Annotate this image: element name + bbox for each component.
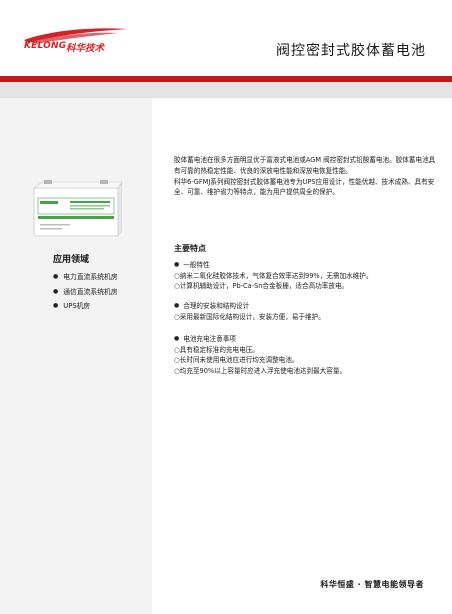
feature-item: ○均充至90%以上容量时应进入浮充使电池达到最大容量。 (174, 366, 347, 375)
feature-group-general: 一般特性 ○纳米二氧化硅胶体技术，气体复合效率达到99%，无需加水维护。 ○计算… (174, 260, 436, 292)
feature-heading: 一般特性 (174, 260, 436, 271)
applications-list: 电力直流系统机房 通信直流系统机房 UPS机房 (53, 270, 118, 314)
sidebar (0, 98, 152, 614)
page-title: 阀控密封式胶体蓄电池 (276, 43, 426, 59)
features-title: 主要特点 (174, 244, 206, 253)
list-item: 电力直流系统机房 (53, 270, 117, 285)
intro-paragraph-2: 科华6-GFMJ系列阀控密封式胶体蓄电池专为UPS应用设计，性能优越、技术成熟、… (174, 177, 435, 197)
footer-slogan: 科华恒盛 · 智慧电能领导者 (320, 580, 424, 589)
feature-heading: 合理的安装和结构设计 (174, 301, 436, 312)
list-item: 通信直流系统机房 (53, 285, 117, 300)
kelong-logo: KELONG 科华技术 (22, 26, 132, 60)
feature-item: ○计算机辅助设计，Pb-Ca-Sn合金板栅，适合高功率放电。 (174, 282, 349, 290)
intro-section: 胶体蓄电池在很多方面明显优于富液式电池或AGM 阀控密封式铅酸蓄电池。胶体蓄电池… (174, 155, 436, 198)
feature-item: ○长时间未使用电池应进行均充调整电池。 (174, 356, 299, 364)
feature-item: ○具有稳定标准的充电电压。 (174, 345, 259, 354)
feature-item: ○采用最新国际化结构设计，安装方便，易于维护。 (174, 312, 325, 321)
battery-product-image (33, 180, 122, 237)
list-item: UPS机房 (53, 299, 118, 314)
page-header: KELONG 科华技术 阀控密封式胶体蓄电池 (0, 0, 452, 76)
logo-text-cn: 科华技术 (66, 43, 105, 54)
feature-group-installation: 合理的安装和结构设计 ○采用最新国际化结构设计，安装方便，易于维护。 (174, 301, 436, 322)
header-gray-band (0, 82, 452, 98)
applications-title: 应用领域 (53, 255, 90, 265)
feature-heading: 电池充电注意事项 (174, 334, 436, 345)
feature-item: ○纳米二氧化硅胶体技术，气体复合效率达到99%，无需加水维护。 (174, 271, 373, 280)
logo-text-en: KELONG (24, 41, 67, 51)
intro-paragraph-1: 胶体蓄电池在很多方面明显优于富液式电池或AGM 阀控密封式铅酸蓄电池。胶体蓄电池… (174, 156, 436, 175)
feature-group-charging: 电池充电注意事项 ○具有稳定标准的充电电压。 ○长时间未使用电池应进行均充调整电… (174, 334, 436, 376)
